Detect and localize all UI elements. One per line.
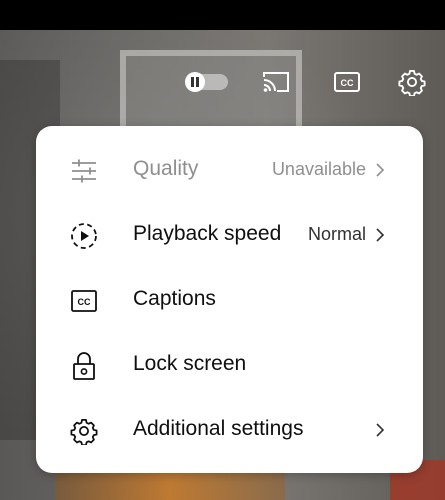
chevron-right-icon	[376, 228, 385, 242]
svg-text:CC: CC	[78, 297, 91, 307]
menu-item-lock-screen[interactable]: Lock screen	[36, 333, 423, 398]
chevron-right-icon	[376, 163, 385, 177]
menu-item-quality[interactable]: Quality Unavailable	[36, 138, 423, 203]
cast-icon	[263, 72, 289, 92]
settings-menu: Quality Unavailable Playback speed Norma…	[36, 126, 423, 473]
menu-item-label: Additional settings	[133, 417, 304, 440]
autoplay-toggle[interactable]	[180, 62, 232, 102]
cast-button[interactable]	[256, 62, 296, 102]
chevron-right-icon	[376, 423, 385, 437]
captions-icon: CC	[68, 286, 100, 316]
menu-item-value: Unavailable	[271, 159, 366, 179]
menu-item-label: Quality	[133, 157, 199, 180]
gear-icon	[398, 69, 426, 96]
settings-button[interactable]	[392, 62, 432, 102]
menu-item-value: Normal	[307, 224, 366, 244]
closed-captions-icon: CC	[334, 72, 360, 92]
svg-text:CC: CC	[341, 78, 354, 88]
lock-icon	[68, 351, 100, 381]
menu-item-additional-settings[interactable]: Additional settings	[36, 398, 423, 463]
status-bar	[0, 0, 445, 30]
menu-item-label: Captions	[133, 287, 216, 310]
menu-item-label: Lock screen	[133, 352, 247, 375]
autoplay-toggle-icon	[185, 72, 228, 92]
gear-icon	[68, 416, 100, 446]
menu-item-captions[interactable]: CC Captions	[36, 268, 423, 333]
playback-speed-icon	[68, 221, 100, 251]
menu-item-playback-speed[interactable]: Playback speed Normal	[36, 203, 423, 268]
captions-button[interactable]: CC	[327, 62, 367, 102]
player-top-controls: CC	[0, 62, 445, 102]
menu-item-label: Playback speed	[133, 222, 282, 245]
sliders-icon	[68, 156, 100, 186]
video-background-shape	[55, 470, 285, 500]
